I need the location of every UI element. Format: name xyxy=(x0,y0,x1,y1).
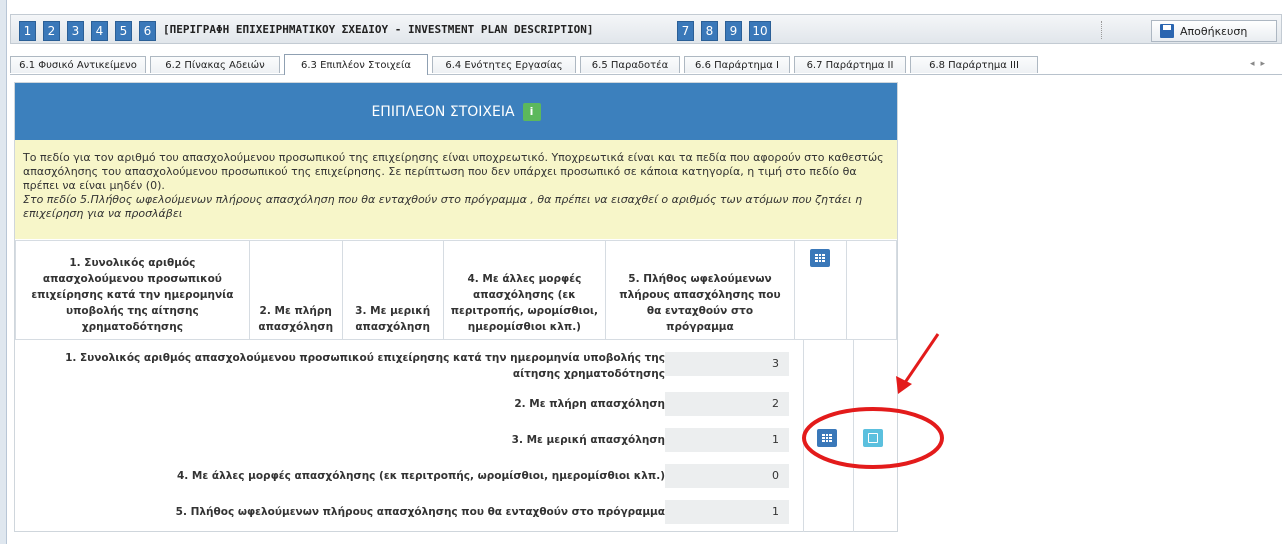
row-value-3: 1 xyxy=(665,428,789,452)
step-1-button[interactable]: 1 xyxy=(19,21,36,41)
column-header-1: 1. Συνολικός αριθμός απασχολούμενου προσ… xyxy=(15,240,250,340)
column-header-3: 3. Με μερική απασχόληση xyxy=(341,240,444,340)
notice-box: Το πεδίο για τον αριθμό του απασχολούμεν… xyxy=(15,140,897,239)
table-icon xyxy=(822,434,832,442)
step-8-button[interactable]: 8 xyxy=(701,21,718,41)
column-header-2: 2. Με πλήρη απασχόληση xyxy=(248,240,343,340)
row-label-4: 4. Με άλλες μορφές απασχόλησης (εκ περιτ… xyxy=(176,470,665,482)
additional-info-panel: ΕΠΙΠΛΕΟΝ ΣΤΟΙΧΕΙΑ i Το πεδίο για τον αρι… xyxy=(14,82,898,532)
tab-6-1[interactable]: 6.1 Φυσικό Αντικείμενο xyxy=(10,56,146,73)
row-value-2: 2 xyxy=(665,392,789,416)
row-label-3: 3. Με μερική απασχόληση xyxy=(511,434,665,446)
row-value-4: 0 xyxy=(665,464,789,488)
row-value-1: 3 xyxy=(665,352,789,376)
grid-view-button[interactable] xyxy=(817,429,837,447)
panel-title: ΕΠΙΠΛΕΟΝ ΣΤΟΙΧΕΙΑ xyxy=(371,103,515,120)
employees-record: 1. Συνολικός αριθμός απασχολούμενου προσ… xyxy=(15,339,897,532)
row-label-5: 5. Πλήθος ωφελούμενων πλήρους απασχόληση… xyxy=(175,506,665,518)
top-strip xyxy=(0,0,1288,8)
row-value-5: 1 xyxy=(665,500,789,524)
toolbar-separator xyxy=(1101,21,1103,39)
step-10-button[interactable]: 10 xyxy=(749,21,771,41)
left-frame-border xyxy=(0,0,7,544)
tab-6-6[interactable]: 6.6 Παράρτημα Ι xyxy=(684,56,790,73)
step-4-button[interactable]: 4 xyxy=(91,21,108,41)
edit-icon xyxy=(868,433,878,443)
notice-text: Το πεδίο για τον αριθμό του απασχολούμεν… xyxy=(23,151,884,192)
step-navigation-bar: 1 2 3 4 5 6 [ΠΕΡΙΓΡΑΦΗ ΕΠΙΧΕΙΡΗΜΑΤΙΚΟΥ Σ… xyxy=(10,14,1282,44)
step-9-button[interactable]: 9 xyxy=(725,21,742,41)
notice-italic-text: Στο πεδίο 5.Πλήθος ωφελούμενων πλήρους α… xyxy=(23,193,527,206)
row-label-1: 1. Συνολικός αριθμός απασχολούμενου προσ… xyxy=(65,352,665,380)
tab-6-8[interactable]: 6.8 Παράρτημα ΙΙΙ xyxy=(910,56,1038,73)
annotation-arrow-head xyxy=(896,376,912,394)
tab-6-3[interactable]: 6.3 Επιπλέον Στοιχεία xyxy=(284,54,428,75)
column-header-5: 5. Πλήθος ωφελούμενων πλήρους απασχόληση… xyxy=(605,240,795,340)
row-label-2: 2. Με πλήρη απασχόληση xyxy=(514,398,665,410)
save-button[interactable]: Αποθήκευση xyxy=(1151,20,1277,42)
table-icon xyxy=(815,254,826,262)
step-title: [ΠΕΡΙΓΡΑΦΗ ΕΠΙΧΕΙΡΗΜΑΤΙΚΟΥ ΣΧΕΔΙΟΥ - INV… xyxy=(163,23,594,36)
panel-header: ΕΠΙΠΛΕΟΝ ΣΤΟΙΧΕΙΑ i xyxy=(15,83,897,140)
step-6-button[interactable]: 6 xyxy=(139,21,156,41)
employees-table-header: 1. Συνολικός αριθμός απασχολούμενου προσ… xyxy=(15,240,898,340)
tab-scroll-arrows[interactable]: ◂▸ xyxy=(1250,59,1271,69)
tab-6-2[interactable]: 6.2 Πίνακας Αδειών xyxy=(150,56,280,73)
step-5-button[interactable]: 5 xyxy=(115,21,132,41)
step-7-button[interactable]: 7 xyxy=(677,21,694,41)
step-2-button[interactable]: 2 xyxy=(43,21,60,41)
tab-bar: 6.1 Φυσικό Αντικείμενο 6.2 Πίνακας Αδειώ… xyxy=(10,54,1282,75)
tab-6-5[interactable]: 6.5 Παραδοτέα xyxy=(580,56,680,73)
grid-view-header-button[interactable] xyxy=(810,249,831,267)
save-icon xyxy=(1160,24,1174,38)
info-icon[interactable]: i xyxy=(522,102,541,121)
tab-6-7[interactable]: 6.7 Παράρτημα ΙΙ xyxy=(794,56,906,73)
tab-6-4[interactable]: 6.4 Ενότητες Εργασίας xyxy=(432,56,576,73)
edit-button[interactable] xyxy=(863,429,883,447)
step-3-button[interactable]: 3 xyxy=(67,21,84,41)
column-header-4: 4. Με άλλες μορφές απασχόλησης (εκ περιτ… xyxy=(442,240,607,340)
save-button-label: Αποθήκευση xyxy=(1180,24,1248,38)
annotation-arrow-line xyxy=(902,333,940,385)
